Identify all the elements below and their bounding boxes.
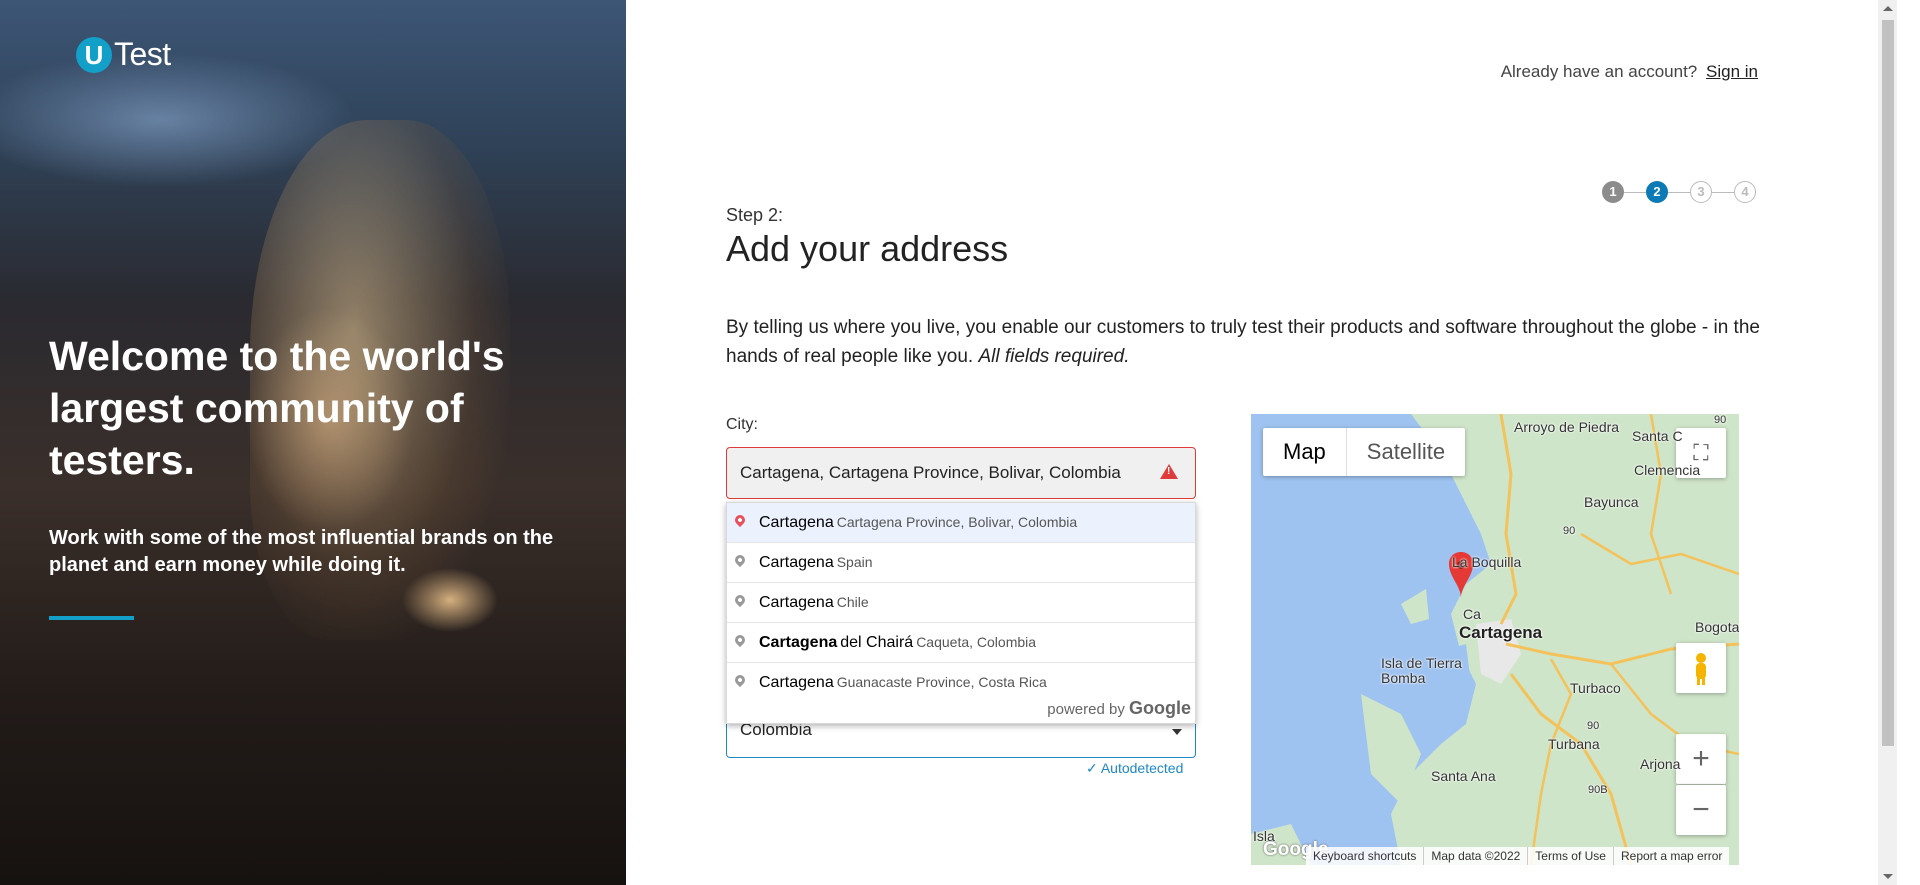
powered-by-google: powered by Google xyxy=(1047,698,1191,719)
autocomplete-option[interactable]: Cartagena Guanacaste Province, Costa Rica xyxy=(727,663,1195,702)
description-text: By telling us where you live, you enable… xyxy=(726,317,1760,367)
zoom-in-button[interactable]: + xyxy=(1676,734,1726,784)
step-progress: 1 2 3 4 xyxy=(1602,181,1758,205)
location-pin-icon xyxy=(732,512,748,528)
map-footer: Keyboard shortcuts Map data ©2022 Terms … xyxy=(1306,847,1730,865)
report-error-link[interactable]: Report a map error xyxy=(1612,847,1729,865)
map-label-city: Cartagena xyxy=(1459,623,1543,642)
chevron-down-icon xyxy=(1172,729,1182,735)
location-pin-icon xyxy=(732,592,748,608)
autocomplete-option[interactable]: Cartagena Chile xyxy=(727,583,1195,623)
location-pin-icon xyxy=(732,672,748,688)
scrollbar-thumb[interactable] xyxy=(1882,20,1894,746)
autocomplete-option[interactable]: Cartagena Cartagena Province, Bolivar, Co… xyxy=(727,503,1195,543)
accent-divider xyxy=(49,616,134,620)
zoom-out-button[interactable]: − xyxy=(1676,785,1726,835)
step-3-indicator: 3 xyxy=(1690,181,1712,203)
step-connector xyxy=(1712,192,1734,193)
map-data-credit: Map data ©2022 xyxy=(1423,847,1527,865)
route-badge: 90B xyxy=(1588,784,1608,796)
route-badge: 90 xyxy=(1563,525,1576,537)
signin-prompt: Already have an account? Sign in xyxy=(1501,62,1758,82)
map-tab-satellite[interactable]: Satellite xyxy=(1347,428,1465,476)
page-title: Add your address xyxy=(726,228,1009,269)
city-input[interactable]: Cartagena, Cartagena Province, Bolivar, … xyxy=(726,447,1196,499)
route-badge: 90 xyxy=(1587,720,1600,732)
signin-link[interactable]: Sign in xyxy=(1706,62,1758,81)
map-label: Ca xyxy=(1463,606,1481,622)
option-secondary: Cartagena Province, Bolivar, Colombia xyxy=(836,514,1078,530)
terms-link[interactable]: Terms of Use xyxy=(1527,847,1613,865)
powered-prefix: powered by xyxy=(1047,701,1125,718)
hero-headline: Welcome to the world's largest community… xyxy=(49,333,505,483)
required-note: All fields required. xyxy=(978,346,1130,367)
option-main: Cartagena xyxy=(759,594,834,611)
step-1-indicator: 1 xyxy=(1602,181,1624,203)
map-label: Clemencia xyxy=(1634,462,1701,478)
city-autocomplete: Cartagena Cartagena Province, Bolivar, Co… xyxy=(726,502,1196,724)
step-connector xyxy=(1624,192,1646,193)
option-secondary: Spain xyxy=(836,554,873,570)
map-label: Bogota xyxy=(1695,619,1739,635)
option-main-rest: del Chairá xyxy=(840,634,914,651)
error-icon: ! xyxy=(1160,464,1178,479)
signin-prompt-text: Already have an account? xyxy=(1500,62,1698,81)
step-connector xyxy=(1668,192,1690,193)
step-2-indicator: 2 xyxy=(1646,181,1668,203)
scroll-up-icon[interactable] xyxy=(1883,6,1893,11)
step-label: Step 2: xyxy=(726,205,784,225)
option-secondary: Guanacaste Province, Costa Rica xyxy=(836,674,1047,690)
option-main: Cartagena xyxy=(759,674,834,691)
option-secondary: Caqueta, Colombia xyxy=(916,634,1037,650)
map-label: Turbana xyxy=(1548,736,1600,752)
location-pin-icon xyxy=(732,552,748,568)
hero-panel: U Test Welcome to the world's largest co… xyxy=(0,0,626,885)
map-label: La Boquilla xyxy=(1452,554,1522,570)
location-map[interactable]: Map Satellite ⛶ + − Arroyo de Piedra San… xyxy=(1251,414,1739,865)
map-label: Isla de Tierra Bomba xyxy=(1381,655,1462,686)
map-type-control: Map Satellite xyxy=(1263,428,1466,476)
map-label: Turbaco xyxy=(1570,680,1621,696)
keyboard-shortcuts-link[interactable]: Keyboard shortcuts xyxy=(1306,847,1423,865)
map-label: Bayunca xyxy=(1584,494,1639,510)
option-main: Cartagena xyxy=(759,554,834,571)
hero-subtext: Work with some of the most influential b… xyxy=(49,527,554,576)
google-wordmark: Google xyxy=(1129,698,1191,718)
form-description: By telling us where you live, you enable… xyxy=(726,313,1766,371)
logo-mark: U xyxy=(76,36,112,73)
location-pin-icon xyxy=(732,632,748,648)
map-label: Santa Ana xyxy=(1431,768,1496,784)
autocomplete-option[interactable]: Cartagena del Chairá Caqueta, Colombia xyxy=(727,623,1195,663)
autocomplete-option[interactable]: Cartagena Spain xyxy=(727,543,1195,583)
pegman-icon[interactable] xyxy=(1676,643,1726,693)
map-label: 90 xyxy=(1714,414,1727,426)
map-label: Arroyo de Piedra xyxy=(1514,419,1620,435)
map-label: Arjona xyxy=(1640,756,1681,772)
logo-text: Test xyxy=(114,36,171,72)
autodetected-note: ✓ Autodetected xyxy=(1086,760,1184,776)
city-label: City: xyxy=(726,416,758,433)
option-main: Cartagena xyxy=(759,634,838,651)
map-tab-map[interactable]: Map xyxy=(1263,428,1347,476)
option-secondary: Chile xyxy=(836,594,869,610)
scroll-down-icon[interactable] xyxy=(1883,874,1893,879)
map-label: Santa C xyxy=(1632,428,1683,444)
step-4-indicator: 4 xyxy=(1734,181,1756,203)
utest-logo[interactable]: U Test xyxy=(76,36,171,73)
option-main: Cartagena xyxy=(759,514,834,531)
